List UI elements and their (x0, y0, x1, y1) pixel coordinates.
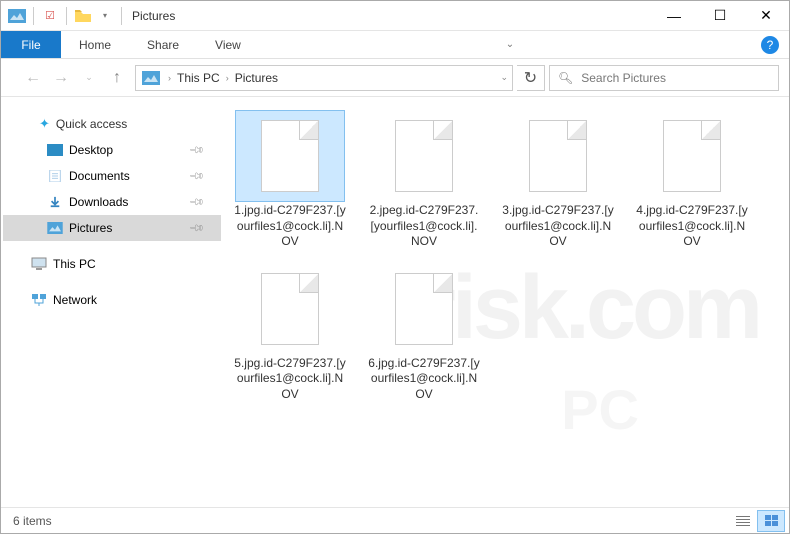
ribbon: File Home Share View ⌄ ? (1, 31, 789, 59)
file-item[interactable]: 6.jpg.id-C279F237.[yourfiles1@cock.li].N… (367, 264, 481, 403)
sidebar-item-desktop[interactable]: Desktop 📌︎ (3, 137, 221, 163)
file-item[interactable]: 1.jpg.id-C279F237.[yourfiles1@cock.li].N… (233, 111, 347, 250)
view-toggles (729, 510, 785, 532)
maximize-button[interactable]: ☐ (697, 1, 743, 31)
generic-file-icon (261, 273, 319, 345)
quick-access-toolbar: ☑ ▾ (7, 6, 126, 26)
sidebar-item-network[interactable]: Network (3, 287, 221, 313)
qat-dropdown-icon[interactable]: ▾ (95, 6, 115, 26)
sidebar-item-label: Network (53, 293, 97, 307)
file-name-label: 2.jpeg.id-C279F237.[yourfiles1@cock.li].… (367, 203, 481, 250)
qat-divider (121, 7, 122, 25)
file-name-label: 3.jpg.id-C279F237.[yourfiles1@cock.li].N… (501, 203, 615, 250)
breadcrumb-this-pc[interactable]: This PC (177, 71, 220, 85)
item-count: 6 items (13, 514, 52, 528)
pictures-icon (47, 222, 63, 234)
file-tab[interactable]: File (1, 31, 61, 58)
search-icon: 🔍︎ (558, 71, 573, 85)
sidebar-item-label: This PC (53, 257, 96, 271)
star-icon: ✦ (39, 116, 50, 132)
file-item[interactable]: 5.jpg.id-C279F237.[yourfiles1@cock.li].N… (233, 264, 347, 403)
up-button[interactable]: ↑ (103, 64, 131, 92)
sidebar-item-label: Downloads (69, 195, 128, 209)
tab-view[interactable]: View (197, 31, 259, 58)
breadcrumb[interactable]: › This PC › Pictures ⌄ (135, 65, 513, 91)
statusbar: 6 items (1, 507, 789, 533)
details-view-button[interactable] (729, 510, 757, 532)
breadcrumb-pictures[interactable]: Pictures (235, 71, 278, 85)
file-icon-wrap (638, 111, 746, 201)
file-item[interactable]: 4.jpg.id-C279F237.[yourfiles1@cock.li].N… (635, 111, 749, 250)
pin-icon: 📌︎ (188, 142, 205, 159)
generic-file-icon (395, 273, 453, 345)
network-icon (31, 293, 47, 307)
sidebar-item-downloads[interactable]: Downloads 📌︎ (3, 189, 221, 215)
sidebar-quick-access[interactable]: ✦ Quick access (3, 111, 221, 137)
search-placeholder: Search Pictures (581, 71, 666, 85)
navigation-pane: ✦ Quick access Desktop 📌︎ Documents 📌︎ D… (1, 97, 223, 507)
pictures-icon (142, 71, 160, 85)
this-pc-icon (31, 257, 47, 271)
sidebar-item-label: Pictures (69, 221, 112, 235)
generic-file-icon (395, 120, 453, 192)
folder-icon[interactable] (73, 6, 93, 26)
file-icon-wrap (504, 111, 612, 201)
address-bar: ← → ⌄ ↑ › This PC › Pictures ⌄ ↻ 🔍︎ Sear… (1, 59, 789, 97)
help-icon[interactable]: ? (761, 36, 779, 54)
properties-icon[interactable]: ☑ (40, 6, 60, 26)
file-icon-wrap (236, 111, 344, 201)
address-dropdown-icon[interactable]: ⌄ (500, 72, 508, 83)
file-name-label: 5.jpg.id-C279F237.[yourfiles1@cock.li].N… (233, 356, 347, 403)
window-controls: — ☐ ✕ (651, 1, 789, 31)
file-icon-wrap (370, 264, 478, 354)
desktop-icon (47, 144, 63, 156)
generic-file-icon (261, 120, 319, 192)
search-input[interactable]: 🔍︎ Search Pictures (549, 65, 779, 91)
tab-share[interactable]: Share (129, 31, 197, 58)
minimize-button[interactable]: — (651, 1, 697, 31)
tab-home[interactable]: Home (61, 31, 129, 58)
qat-divider (66, 7, 67, 25)
file-icon-wrap (236, 264, 344, 354)
sidebar-item-pictures[interactable]: Pictures 📌︎ (3, 215, 221, 241)
close-button[interactable]: ✕ (743, 1, 789, 31)
generic-file-icon (663, 120, 721, 192)
chevron-right-icon[interactable]: › (168, 73, 171, 83)
recent-locations-icon[interactable]: ⌄ (75, 64, 103, 92)
file-item[interactable]: 3.jpg.id-C279F237.[yourfiles1@cock.li].N… (501, 111, 615, 250)
sidebar-item-label: Desktop (69, 143, 113, 157)
generic-file-icon (529, 120, 587, 192)
pin-icon: 📌︎ (188, 168, 205, 185)
sidebar-item-this-pc[interactable]: This PC (3, 251, 221, 277)
refresh-button[interactable]: ↻ (517, 65, 545, 91)
file-name-label: 1.jpg.id-C279F237.[yourfiles1@cock.li].N… (233, 203, 347, 250)
sidebar-item-documents[interactable]: Documents 📌︎ (3, 163, 221, 189)
qat-divider (33, 7, 34, 25)
pin-icon: 📌︎ (188, 220, 205, 237)
documents-icon (47, 170, 63, 182)
file-list[interactable]: risk.com PC 1.jpg.id-C279F237.[yourfiles… (223, 97, 789, 507)
forward-button[interactable]: → (47, 64, 75, 92)
file-item[interactable]: 2.jpeg.id-C279F237.[yourfiles1@cock.li].… (367, 111, 481, 250)
file-icon-wrap (370, 111, 478, 201)
chevron-right-icon[interactable]: › (226, 73, 229, 83)
file-name-label: 4.jpg.id-C279F237.[yourfiles1@cock.li].N… (635, 203, 749, 250)
titlebar: ☑ ▾ Pictures — ☐ ✕ (1, 1, 789, 31)
sidebar-item-label: Documents (69, 169, 130, 183)
sidebar-label: Quick access (56, 117, 127, 131)
file-name-label: 6.jpg.id-C279F237.[yourfiles1@cock.li].N… (367, 356, 481, 403)
pictures-folder-icon[interactable] (7, 6, 27, 26)
downloads-icon (47, 196, 63, 208)
watermark-pc: PC (561, 377, 639, 442)
pin-icon: 📌︎ (188, 194, 205, 211)
large-icons-view-button[interactable] (757, 510, 785, 532)
window-title: Pictures (132, 9, 175, 23)
ribbon-expand-icon[interactable]: ⌄ (500, 31, 520, 58)
back-button[interactable]: ← (19, 64, 47, 92)
